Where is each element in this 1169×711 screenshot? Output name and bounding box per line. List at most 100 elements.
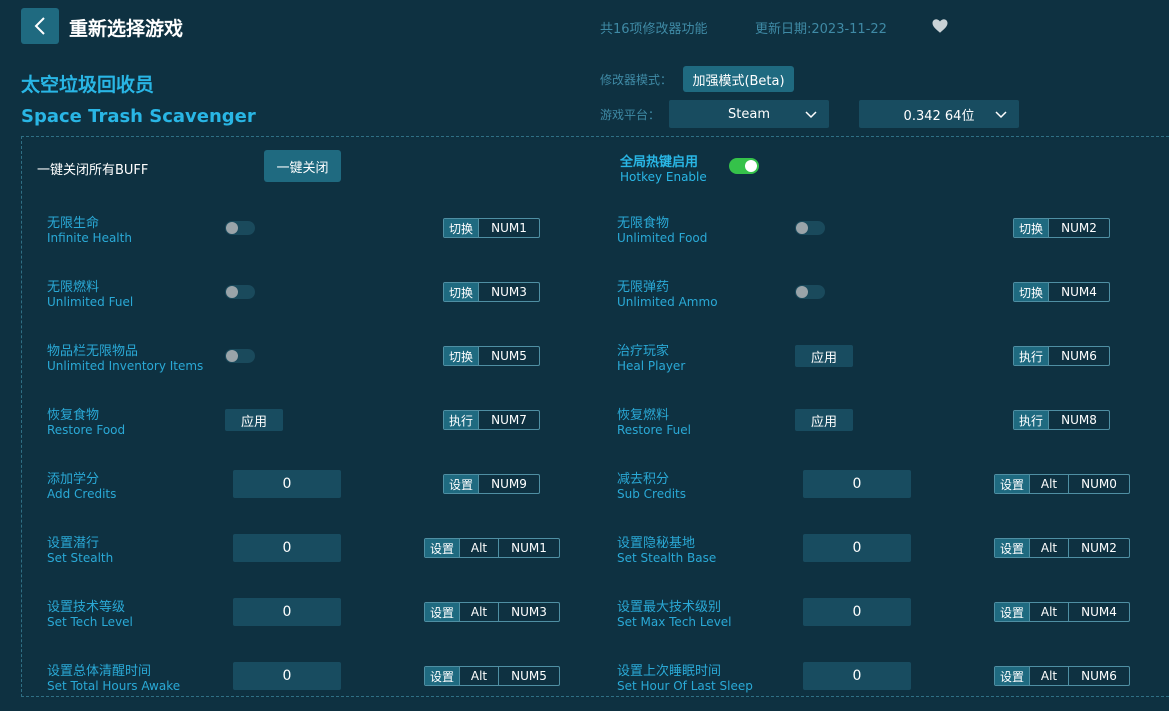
feature-label-en: Add Credits [47,487,117,501]
hotkey-binding[interactable]: 切换 NUM2 [1013,218,1110,238]
value-input[interactable]: 0 [803,470,911,498]
game-title-en: Space Trash Scavenger [21,106,256,127]
value-input[interactable]: 0 [233,598,341,626]
hotkey-binding[interactable]: 设置 Alt NUM5 [424,666,560,686]
toggle-knob [796,286,808,298]
hotkey-modifier-key: Alt [1029,603,1068,621]
feature-label-en: Set Max Tech Level [617,615,732,629]
value-input[interactable]: 0 [803,534,911,562]
feature-label-en: Set Stealth [47,551,114,565]
hotkey-mode-tag: 执行 [1014,411,1048,429]
hotkey-mode-tag: 执行 [1014,347,1048,365]
hotkey-binding[interactable]: 切换 NUM3 [443,282,540,302]
feature-label-cn: 设置最大技术级别 [617,600,722,615]
hotkey-mode-tag: 切换 [1014,219,1048,237]
feature-label-en: Set Stealth Base [617,551,717,565]
mode-button[interactable]: 加强模式(Beta) [683,66,794,92]
hotkey-binding[interactable]: 设置 Alt NUM4 [994,602,1130,622]
platform-label: 游戏平台： [600,108,661,122]
value-input[interactable]: 0 [803,598,911,626]
hotkey-binding[interactable]: 设置 NUM9 [443,474,540,494]
value-input[interactable]: 0 [233,534,341,562]
value-input[interactable]: 0 [803,662,911,690]
hotkey-binding[interactable]: 切换 NUM5 [443,346,540,366]
hotkey-mode-tag: 切换 [444,283,478,301]
mode-label: 修改器模式： [600,73,673,87]
hotkey-key: NUM2 [1068,539,1129,557]
feature-label-en: Set Tech Level [47,615,133,629]
toggle-knob [745,160,757,172]
feature-label-cn: 物品栏无限物品 [47,344,139,359]
hotkey-mode-tag: 切换 [444,347,478,365]
feature-toggle[interactable] [795,221,825,235]
hotkey-key: NUM6 [1068,667,1129,685]
hotkey-binding[interactable]: 设置 Alt NUM0 [994,474,1130,494]
feature-toggle[interactable] [225,349,255,363]
feature-toggle[interactable] [225,285,255,299]
feature-label-cn: 设置隐秘基地 [617,536,696,551]
version-select[interactable]: 0.342 64位 [859,100,1019,128]
feature-toggle[interactable] [795,285,825,299]
hotkey-key: NUM0 [1068,475,1129,493]
hotkey-enable-label-cn: 全局热键启用 [620,155,699,170]
hotkey-mode-tag: 设置 [995,667,1029,685]
feature-label-cn: 无限食物 [617,216,670,231]
hotkey-key: NUM9 [478,475,539,493]
chevron-left-icon [34,17,45,35]
hotkey-binding[interactable]: 设置 Alt NUM3 [424,602,560,622]
hotkey-key: NUM4 [1048,283,1109,301]
hotkey-modifier-key: Alt [1029,539,1068,557]
chevron-down-icon [995,111,1007,119]
toggle-knob [226,286,238,298]
feature-label-cn: 减去积分 [617,472,670,487]
hotkey-binding[interactable]: 执行 NUM7 [443,410,540,430]
chevron-down-icon [805,111,817,119]
hotkey-key: NUM4 [1068,603,1129,621]
toggle-knob [796,222,808,234]
feature-label-cn: 无限生命 [47,216,100,231]
hotkey-binding[interactable]: 设置 Alt NUM1 [424,538,560,558]
version-value: 0.342 64位 [903,108,975,124]
feature-label-en: Restore Food [47,423,126,437]
feature-label-cn: 恢复燃料 [617,408,670,423]
game-title-cn: 太空垃圾回收员 [21,74,155,96]
hotkey-key: NUM5 [498,667,559,685]
hotkey-binding[interactable]: 切换 NUM4 [1013,282,1110,302]
value-input[interactable]: 0 [233,470,341,498]
hotkey-binding[interactable]: 执行 NUM6 [1013,346,1110,366]
feature-label-en: Sub Credits [617,487,686,501]
feature-label-cn: 无限燃料 [47,280,100,295]
apply-button[interactable]: 应用 [795,409,853,431]
page-title: 重新选择游戏 [69,18,184,40]
apply-button[interactable]: 应用 [225,409,283,431]
hotkey-key: NUM6 [1048,347,1109,365]
hotkey-mode-tag: 设置 [995,475,1029,493]
feature-label-cn: 设置技术等级 [47,600,126,615]
hotkey-modifier-key: Alt [1029,475,1068,493]
value-input[interactable]: 0 [233,662,341,690]
hotkey-mode-tag: 设置 [444,475,478,493]
feature-label-en: Unlimited Fuel [47,295,134,309]
hotkey-binding[interactable]: 设置 Alt NUM2 [994,538,1130,558]
update-date: 更新日期:2023-11-22 [755,22,887,37]
feature-toggle[interactable] [225,221,255,235]
hotkey-mode-tag: 设置 [425,539,459,557]
hotkey-modifier-key: Alt [459,603,498,621]
platform-select[interactable]: Steam [669,100,829,128]
feature-count: 共16项修改器功能 [600,22,708,37]
back-button[interactable] [21,8,59,44]
hotkey-binding[interactable]: 设置 Alt NUM6 [994,666,1130,686]
close-all-button[interactable]: 一键关闭 [264,150,341,182]
feature-label-cn: 设置上次睡眠时间 [617,664,722,679]
hotkey-key: NUM7 [478,411,539,429]
hotkey-mode-tag: 设置 [995,539,1029,557]
feature-label-en: Unlimited Food [617,231,708,245]
hotkey-key: NUM1 [478,219,539,237]
apply-button[interactable]: 应用 [795,345,853,367]
hotkey-binding[interactable]: 切换 NUM1 [443,218,540,238]
hotkey-binding[interactable]: 执行 NUM8 [1013,410,1110,430]
hotkey-mode-tag: 执行 [444,411,478,429]
heart-icon[interactable] [931,17,949,35]
platform-value: Steam [728,106,770,122]
hotkey-enable-toggle[interactable] [729,158,759,174]
